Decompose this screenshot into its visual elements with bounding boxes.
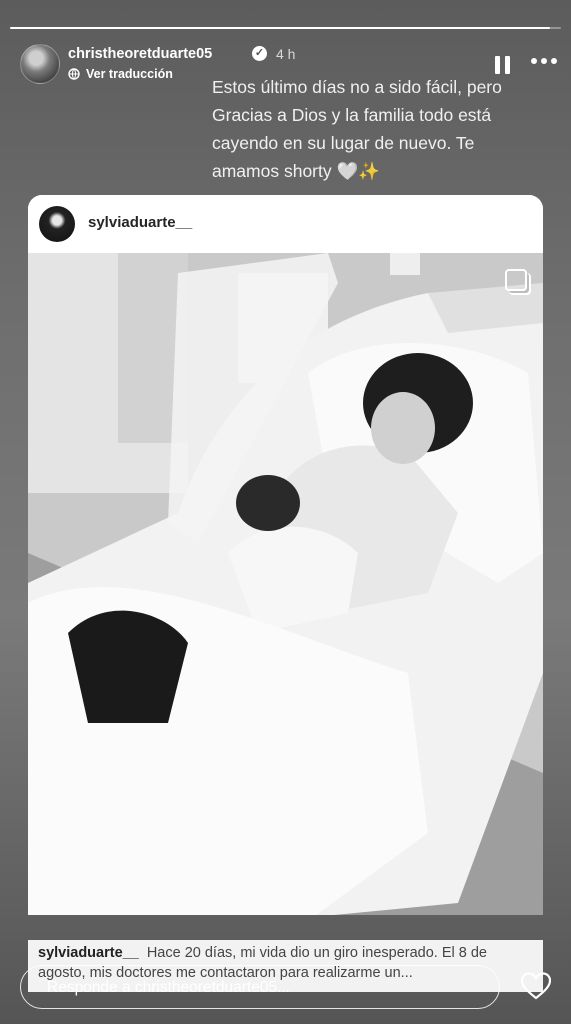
pause-icon[interactable] xyxy=(495,56,511,74)
globe-icon xyxy=(68,68,80,80)
story-progress-fill xyxy=(10,27,550,29)
translate-button[interactable]: Ver traducción xyxy=(68,67,173,81)
post-header: sylviaduarte__ xyxy=(28,195,543,253)
reply-input[interactable]: Responde a christheoretduarte05... xyxy=(20,965,500,1009)
post-author-avatar[interactable] xyxy=(39,206,75,242)
reply-placeholder: Responde a christheoretduarte05... xyxy=(47,979,290,996)
verified-badge-icon: ✓ xyxy=(252,46,267,61)
hospital-photo-illustration xyxy=(28,253,543,915)
translate-label: Ver traducción xyxy=(86,67,173,81)
story-caption: Estos último días no a sido fácil, pero … xyxy=(212,77,502,181)
shared-post-card[interactable]: sylviaduarte__ xyxy=(28,195,543,915)
post-author-username[interactable]: sylviaduarte__ xyxy=(88,214,192,231)
multiple-photos-icon xyxy=(505,269,527,291)
post-photo[interactable] xyxy=(28,253,543,915)
story-progress-bar xyxy=(10,27,561,29)
heart-icon[interactable] xyxy=(521,972,551,1000)
post-caption-username[interactable]: sylviaduarte__ xyxy=(38,945,139,961)
more-options-icon[interactable] xyxy=(531,58,557,66)
story-time: 4 h xyxy=(276,46,296,62)
author-username[interactable]: christheoretduarte05 xyxy=(68,46,212,62)
author-avatar[interactable] xyxy=(20,44,60,84)
